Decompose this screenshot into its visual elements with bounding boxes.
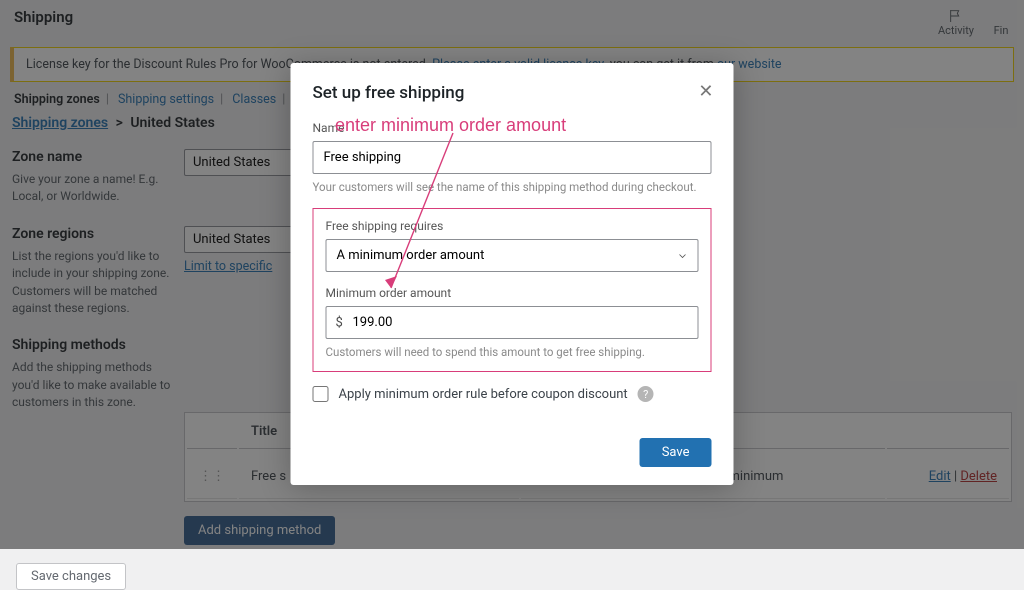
- name-help: Your customers will see the name of this…: [313, 174, 712, 194]
- requires-select[interactable]: A minimum order amount: [326, 239, 699, 272]
- min-amount-help: Customers will need to spend this amount…: [326, 339, 699, 359]
- modal-save-button[interactable]: Save: [640, 438, 712, 467]
- help-icon[interactable]: ?: [638, 386, 654, 402]
- save-changes-button[interactable]: Save changes: [16, 563, 126, 590]
- method-name-input[interactable]: [313, 141, 712, 174]
- before-coupon-checkbox[interactable]: [313, 386, 329, 402]
- min-amount-input[interactable]: [326, 306, 699, 339]
- modal-title: Set up free shipping: [313, 83, 712, 103]
- free-shipping-modal: ✕ Set up free shipping Name Your custome…: [291, 63, 734, 485]
- name-label: Name: [313, 121, 712, 141]
- before-coupon-label: Apply minimum order rule before coupon d…: [339, 387, 628, 402]
- highlight-box: Free shipping requires A minimum order a…: [313, 208, 712, 372]
- requires-label: Free shipping requires: [326, 219, 699, 239]
- min-amount-label: Minimum order amount: [326, 286, 699, 306]
- currency-symbol: $: [336, 315, 343, 330]
- close-icon[interactable]: ✕: [698, 81, 713, 102]
